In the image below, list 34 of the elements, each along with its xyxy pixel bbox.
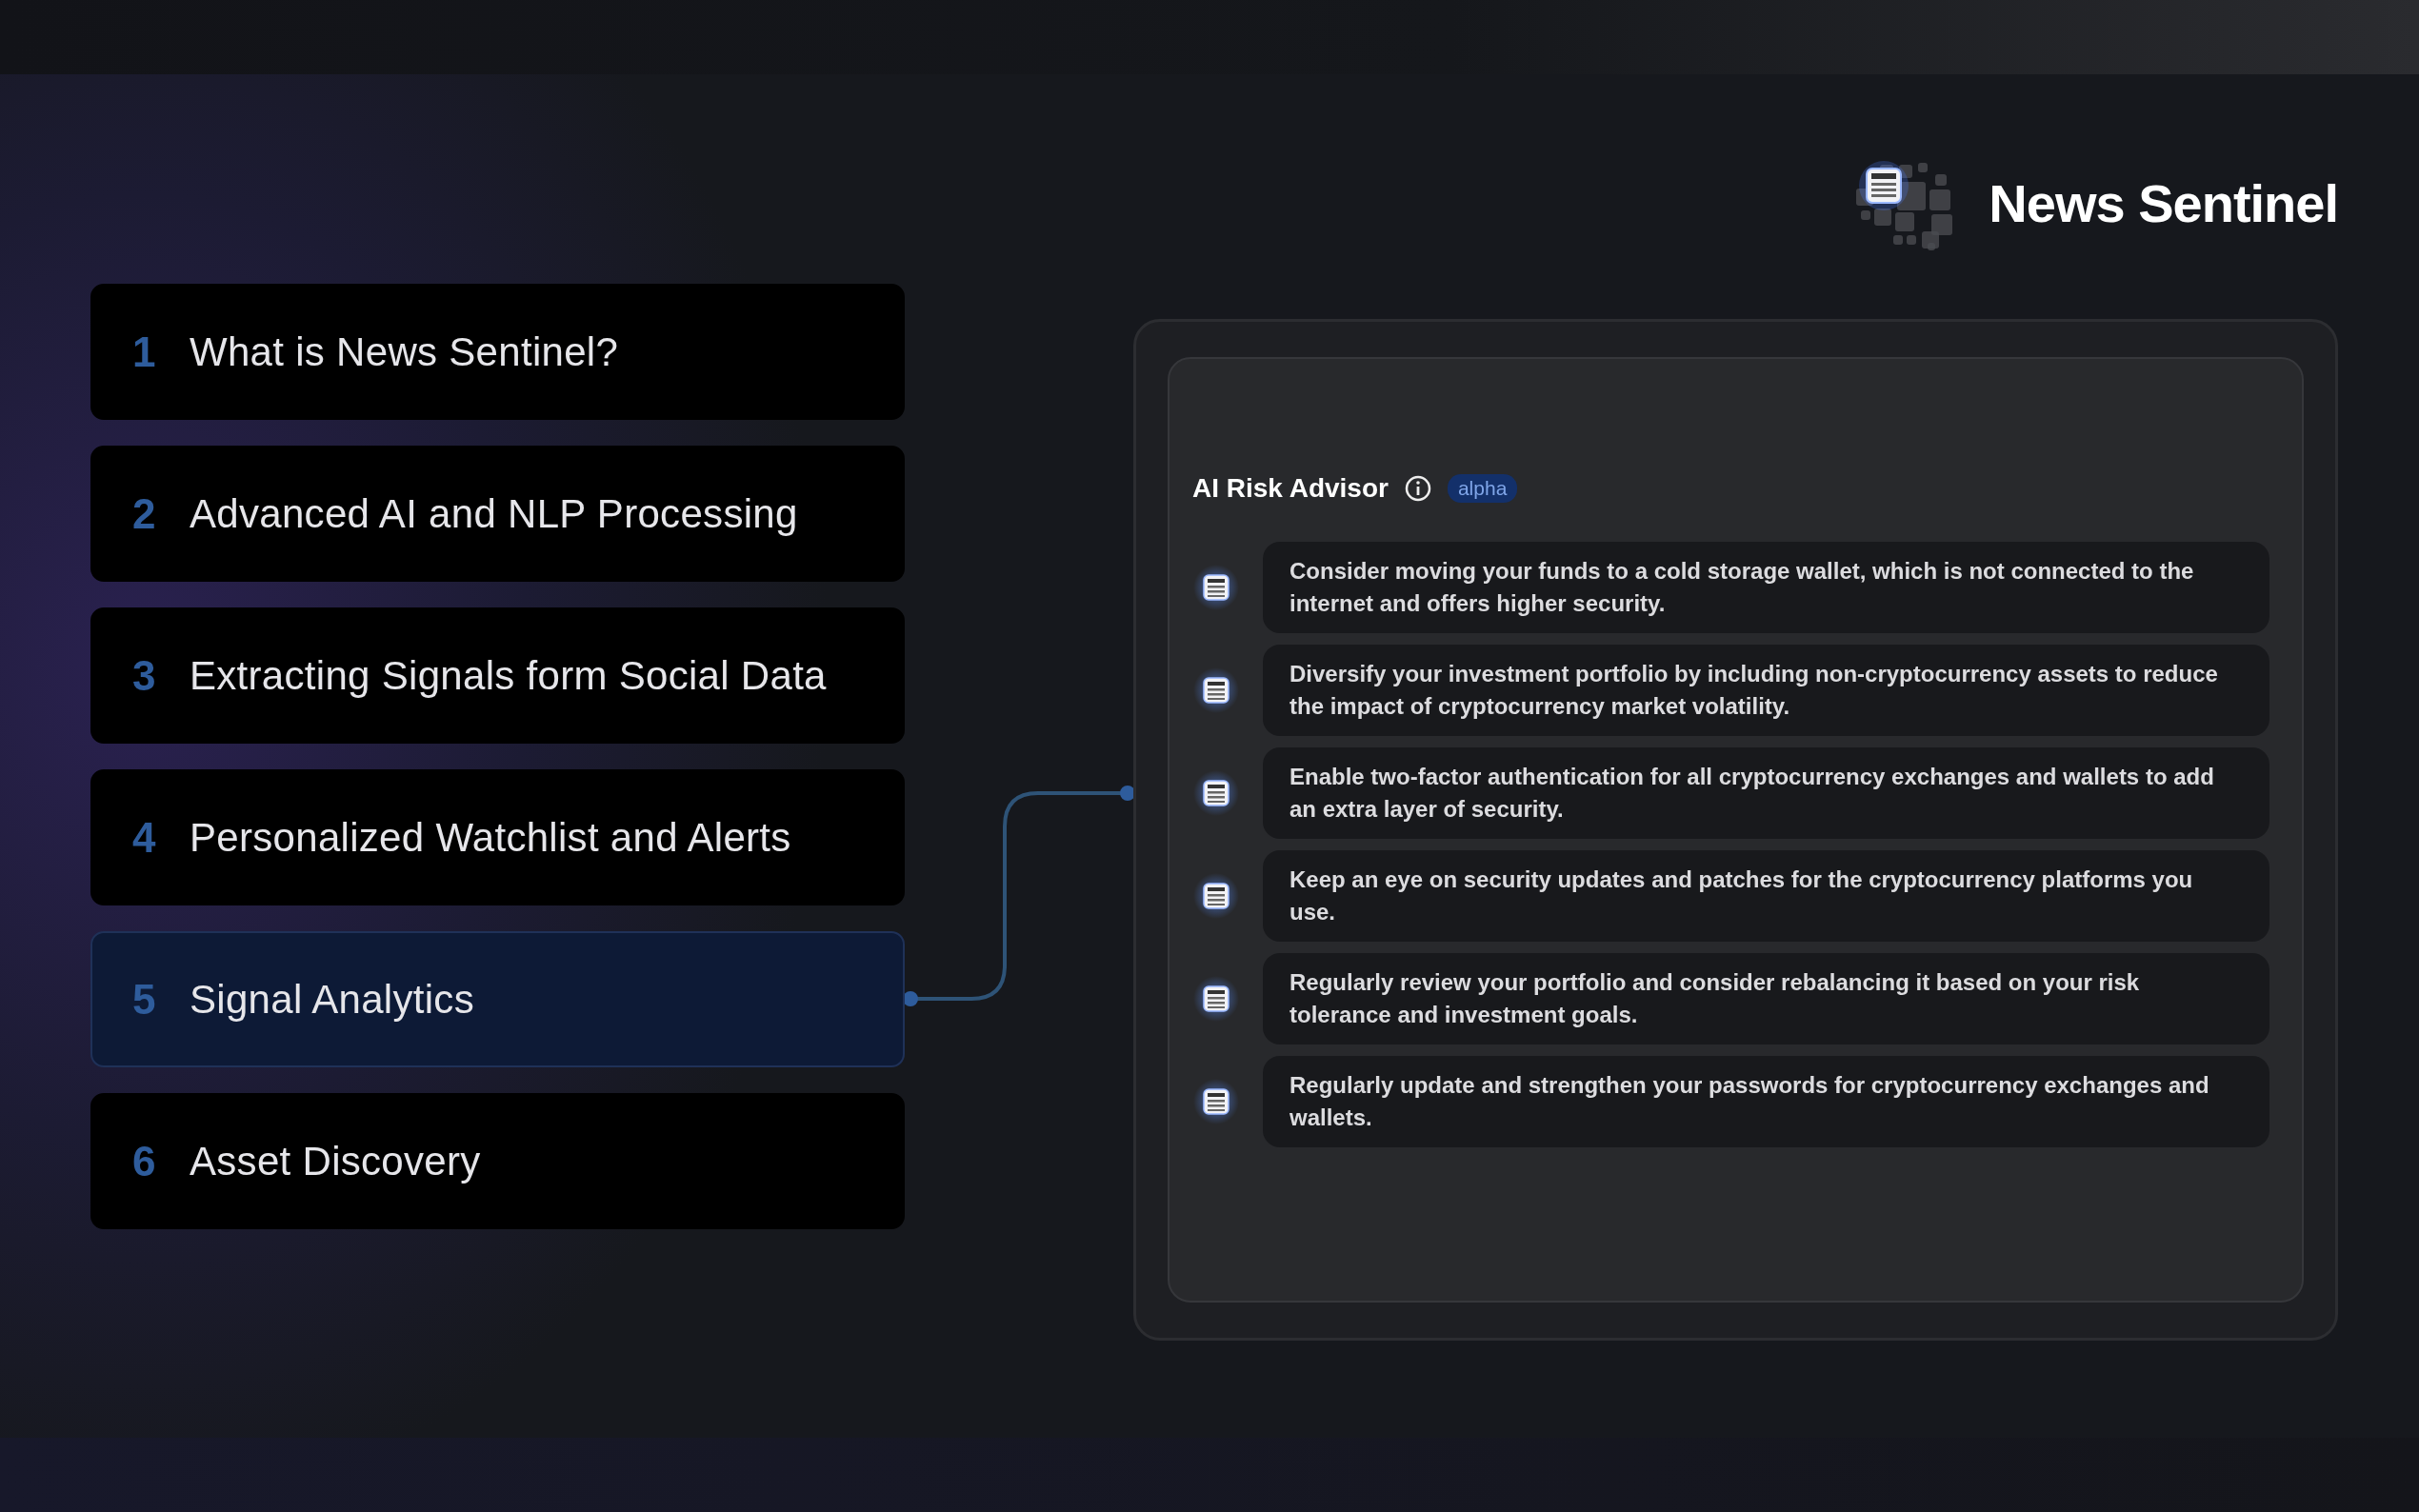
newspaper-icon xyxy=(1192,1078,1240,1125)
item-number: 3 xyxy=(132,651,157,700)
advisor-title: AI Risk Advisor xyxy=(1192,473,1389,504)
item-number: 4 xyxy=(132,813,157,862)
item-label: What is News Sentinel? xyxy=(190,328,619,375)
newspaper-icon xyxy=(1192,872,1240,920)
menu-item[interactable]: 2 Advanced AI and NLP Processing xyxy=(90,446,905,582)
item-label: Advanced AI and NLP Processing xyxy=(190,490,798,537)
advice-message: Diversify your investment portfolio by including non-cryptocurrency assets to reduce the impact of cryptocurrency market volatility. xyxy=(1263,645,2269,736)
advice-message: Consider moving your funds to a cold storage wallet, which is not connected to the internet and offers higher security. xyxy=(1263,542,2269,633)
item-number: 2 xyxy=(132,489,157,538)
item-label: Signal Analytics xyxy=(190,976,474,1023)
advice-message: Keep an eye on security updates and patches for the cryptocurrency platforms you use. xyxy=(1263,850,2269,942)
menu-item[interactable]: 5 Signal Analytics xyxy=(90,931,905,1067)
menu-item[interactable]: 1 What is News Sentinel? xyxy=(90,284,905,420)
menu-item[interactable]: 6 Asset Discovery xyxy=(90,1093,905,1229)
item-label: Personalized Watchlist and Alerts xyxy=(190,814,791,861)
newspaper-icon xyxy=(1192,666,1240,714)
brand-name: News Sentinel xyxy=(1989,171,2338,234)
item-label: Asset Discovery xyxy=(190,1138,481,1184)
alpha-badge: alpha xyxy=(1447,474,1518,503)
newspaper-icon xyxy=(1192,769,1240,817)
item-number: 1 xyxy=(132,328,157,376)
advice-message: Regularly review your portfolio and consider rebalancing it based on your risk tolerance and investment goals. xyxy=(1263,953,2269,1044)
item-number: 5 xyxy=(132,975,157,1024)
menu-item[interactable]: 4 Personalized Watchlist and Alerts xyxy=(90,769,905,905)
newspaper-icon xyxy=(1192,975,1240,1023)
advice-message: Enable two-factor authentication for all cryptocurrency exchanges and wallets to add an extra layer of security. xyxy=(1263,747,2269,839)
newspaper-icon xyxy=(1192,564,1240,611)
item-number: 6 xyxy=(132,1137,157,1185)
item-label: Extracting Signals form Social Data xyxy=(190,652,827,699)
info-icon[interactable] xyxy=(1403,474,1432,503)
advice-message: Regularly update and strengthen your passwords for cryptocurrency exchanges and wallets. xyxy=(1263,1056,2269,1147)
menu-item[interactable]: 3 Extracting Signals form Social Data xyxy=(90,607,905,744)
